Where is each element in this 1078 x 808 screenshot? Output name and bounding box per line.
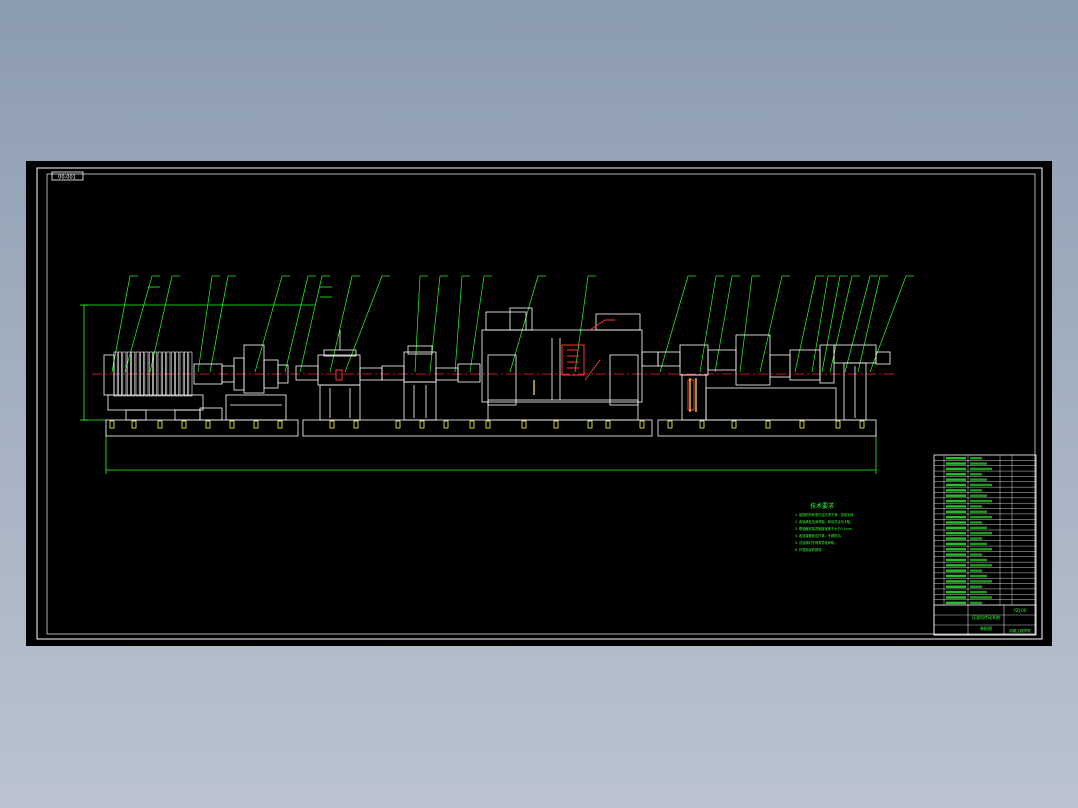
note-3: 3. 联轴器安装同轴度误差不大于0.1mm。 [795, 526, 855, 531]
parts-name-cell [946, 590, 966, 594]
parts-material-cell [970, 515, 992, 519]
note-6: 6. 外表面涂防锈漆。 [795, 547, 825, 552]
parts-material-cell [970, 542, 987, 546]
parts-material-cell [970, 548, 992, 551]
parts-name-cell [946, 548, 966, 551]
parts-name-cell [946, 483, 966, 487]
parts-name-cell [946, 478, 966, 481]
parts-name-cell [946, 510, 966, 513]
parts-name-cell [946, 537, 966, 540]
parts-name-cell [946, 574, 966, 578]
title-line-1: 压滤机传动系统 [972, 614, 1000, 620]
parts-name-cell [946, 596, 966, 599]
parts-material-cell [970, 521, 982, 524]
parts-material-cell [970, 601, 982, 605]
parts-material-cell [970, 473, 982, 476]
parts-material-cell [970, 590, 987, 594]
sheet-label: 00-001 [58, 175, 76, 181]
parts-name-cell [946, 489, 966, 492]
parts-material-cell [970, 558, 987, 562]
parts-material-cell [970, 494, 987, 497]
parts-material-cell [970, 499, 992, 503]
parts-name-cell [946, 564, 966, 567]
parts-name-cell [946, 585, 966, 588]
parts-name-cell [946, 521, 966, 524]
drawing-sheet [26, 161, 1052, 646]
note-4: 4. 各连接螺栓应拧紧，不得松动。 [795, 533, 844, 538]
parts-material-cell [970, 580, 992, 583]
parts-material-cell [970, 537, 982, 540]
parts-material-cell [970, 483, 992, 487]
parts-material-cell [970, 478, 987, 481]
school-name: 机械工程学院 [1009, 628, 1031, 633]
parts-name-cell [946, 505, 966, 508]
parts-material-cell [970, 569, 982, 572]
parts-name-cell [946, 499, 966, 503]
parts-material-cell [970, 462, 987, 465]
parts-material-cell [970, 574, 987, 578]
parts-material-cell [970, 532, 992, 535]
parts-name-cell [946, 558, 966, 562]
parts-material-cell [970, 564, 992, 567]
title-line-2: 装配图 [980, 625, 992, 631]
parts-name-cell [946, 473, 966, 476]
parts-name-cell [946, 553, 966, 556]
parts-material-cell [970, 489, 982, 492]
parts-name-cell [946, 494, 966, 497]
notes-title: 技术要求 [810, 502, 834, 510]
parts-name-cell [946, 569, 966, 572]
parts-name-cell [946, 467, 966, 471]
note-5: 5. 试运转时不得有异常声响。 [795, 540, 837, 545]
parts-name-cell [946, 515, 966, 519]
parts-name-cell [946, 457, 966, 460]
parts-name-cell [946, 526, 966, 530]
parts-material-cell [970, 457, 982, 460]
parts-name-cell [946, 532, 966, 535]
cad-canvas: 00-001 技术要求 1. 装配前所有零件应清洗干净，去除毛刺。 2. 各轴承… [26, 161, 1052, 646]
parts-material-cell [970, 505, 982, 508]
note-1: 1. 装配前所有零件应清洗干净，去除毛刺。 [795, 512, 856, 517]
drawing-number: YZJ-00 [1013, 608, 1027, 613]
parts-name-cell [946, 601, 966, 605]
parts-material-cell [970, 467, 992, 471]
parts-material-cell [970, 510, 987, 513]
parts-material-cell [970, 585, 982, 588]
parts-name-cell [946, 580, 966, 583]
parts-material-cell [970, 596, 992, 599]
note-2: 2. 各轴承处加润滑脂，转动灵活无卡阻。 [795, 519, 853, 524]
parts-name-cell [946, 462, 966, 465]
parts-name-cell [946, 542, 966, 546]
parts-material-cell [970, 553, 982, 556]
parts-material-cell [970, 526, 987, 530]
